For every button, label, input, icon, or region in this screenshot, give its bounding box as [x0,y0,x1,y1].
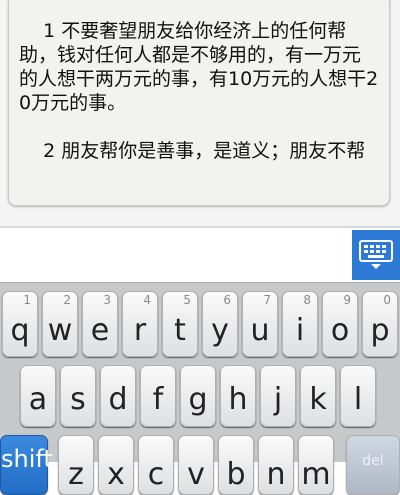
key-hint: 3 [103,293,111,307]
key-label: o [330,313,350,348]
key-a[interactable]: a [20,365,56,427]
key-label: e [90,313,110,348]
key-z[interactable]: z [58,435,94,495]
key-q[interactable]: 1q [2,291,38,357]
key-hint: 6 [223,293,231,307]
paragraph-1: 1 不要奢望朋友给你经济上的任何帮助，钱对任何人都是不够用的，有一万元的人想干两… [19,20,379,114]
key-hint: 9 [343,293,351,307]
delete-key[interactable]: del [346,435,400,495]
key-label: del [362,453,384,469]
key-o[interactable]: 9o [322,291,358,357]
key-label: t [174,313,186,348]
key-label: n [266,457,286,492]
key-hint: 4 [143,293,151,307]
key-h[interactable]: h [220,365,256,427]
key-hint: 0 [383,293,391,307]
key-label: q [10,313,30,348]
key-label: l [353,382,363,417]
key-label: w [47,313,73,348]
key-hint: 7 [263,293,271,307]
key-b[interactable]: b [218,435,254,495]
key-label: a [28,382,48,417]
key-label: d [108,382,128,417]
key-label: f [152,382,164,417]
key-label: c [147,457,165,492]
key-n[interactable]: n [258,435,294,495]
key-label: u [250,313,270,348]
key-y[interactable]: 6y [202,291,238,357]
key-label: j [273,382,283,417]
key-g[interactable]: g [180,365,216,427]
key-hint: 2 [63,293,71,307]
key-p[interactable]: 0p [362,291,398,357]
key-label: s [70,382,86,417]
key-label: v [187,457,205,492]
key-label: b [226,457,246,492]
key-w[interactable]: 2w [42,291,78,357]
key-label: g [188,382,208,417]
key-hint: 8 [303,293,311,307]
note-card[interactable]: 1 不要奢望朋友给你经济上的任何帮助，钱对任何人都是不够用的，有一万元的人想干两… [8,0,390,206]
key-s[interactable]: s [60,365,96,427]
key-l[interactable]: l [340,365,376,427]
note-text[interactable]: 1 不要奢望朋友给你经济上的任何帮助，钱对任何人都是不够用的，有一万元的人想干两… [19,19,379,165]
key-label: r [133,313,147,348]
key-t[interactable]: 5t [162,291,198,357]
key-hint: 5 [183,293,191,307]
divider [0,226,400,228]
keyboard-icon [359,240,393,269]
key-x[interactable]: x [98,435,134,495]
key-j[interactable]: j [260,365,296,427]
keyboard-toggle-button[interactable] [352,230,400,280]
note-area: 1 不要奢望朋友给你经济上的任何帮助，钱对任何人都是不够用的，有一万元的人想干两… [0,0,400,226]
paragraph-2: 2 朋友帮你是善事，是道义；朋友不帮你也无可厚非，不该心怀怨尤 [19,140,366,165]
key-k[interactable]: k [300,365,336,427]
shift-key[interactable]: shift [0,435,53,495]
key-label: shift [1,445,53,473]
soft-keyboard: 1 q 2 w 3 e 4 r 5 t 6 y 7 u 8 i 9 o 0 p a s d f g h j k l shift z x c v b n… [0,282,400,495]
key-hint: 1 [23,293,31,307]
key-d[interactable]: d [100,365,136,427]
key-label: m [301,457,331,492]
key-i[interactable]: 8i [282,291,318,357]
key-label: i [295,313,305,348]
key-label: k [309,382,327,417]
key-label: z [68,457,84,492]
key-r[interactable]: 4r [122,291,158,357]
key-label: y [211,313,229,348]
key-f[interactable]: f [140,365,176,427]
key-u[interactable]: 7u [242,291,278,357]
key-label: p [370,313,390,348]
key-e[interactable]: 3e [82,291,118,357]
key-c[interactable]: c [138,435,174,495]
key-v[interactable]: v [178,435,214,495]
key-m[interactable]: m [298,435,334,495]
key-label: h [228,382,248,417]
key-label: x [107,457,125,492]
